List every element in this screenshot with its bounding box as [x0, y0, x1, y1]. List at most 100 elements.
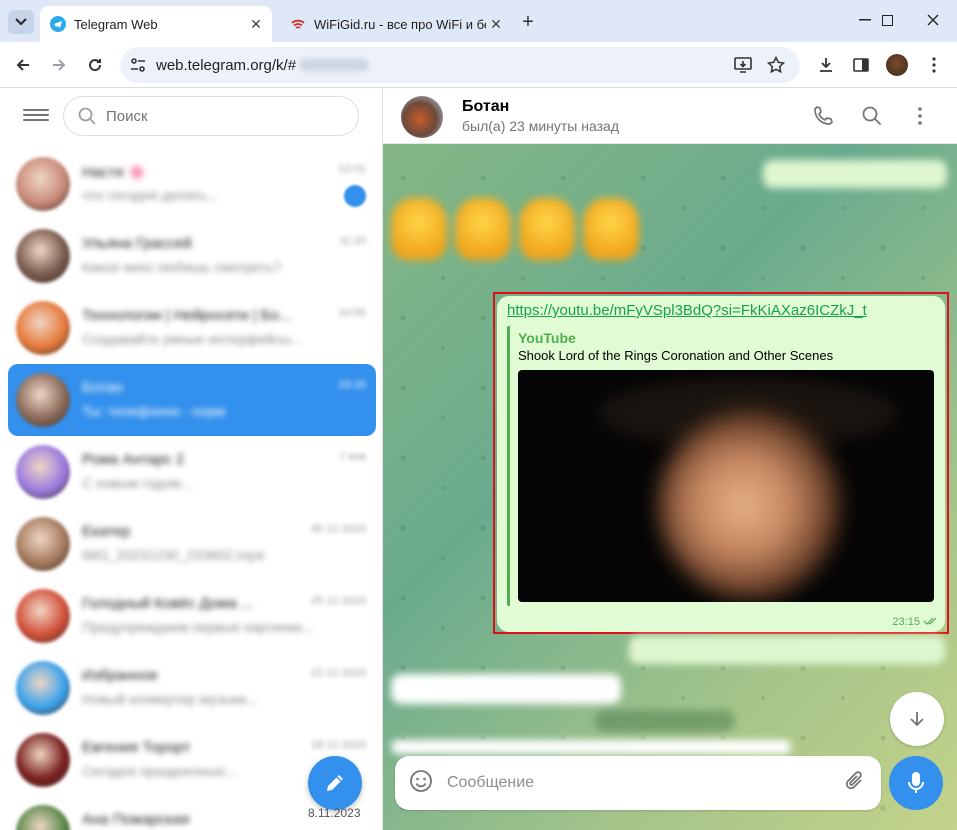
chat-time: 18.12.2023	[310, 739, 366, 751]
message-bubble-blurred	[391, 740, 791, 754]
chat-name: Избранное	[82, 667, 159, 684]
chat-list-item[interactable]: Ульяна Грассей Какое кино любишь смотреть…	[8, 220, 376, 292]
maximize-button[interactable]	[867, 6, 907, 34]
close-window-button[interactable]	[913, 6, 953, 34]
avatar	[16, 301, 70, 355]
avatar	[16, 445, 70, 499]
chat-list-item-body: Ульяна Грассей Какое кино любишь смотреть…	[82, 229, 376, 283]
avatar	[16, 733, 70, 787]
chat-time: 25.12.2023	[310, 595, 366, 607]
microphone-icon	[908, 772, 924, 793]
chat-list: Настя 🌸 что сегодня делать... 12:01 Ульяна …	[8, 148, 376, 830]
reload-button[interactable]	[80, 50, 110, 80]
highlight-frame	[493, 292, 949, 634]
search-input[interactable]: Поиск	[63, 96, 359, 136]
unread-badge	[344, 185, 366, 207]
browser-menu-icon[interactable]	[919, 50, 949, 80]
chat-name: Технологии | Нейросети | Бо...	[82, 307, 292, 324]
avatar	[16, 517, 70, 571]
close-tab-icon[interactable]: ✕	[486, 14, 506, 34]
avatar	[16, 805, 70, 830]
chat-preview: Новый конвертер музыки...	[82, 691, 259, 707]
wifi-icon	[290, 16, 306, 32]
avatar	[16, 229, 70, 283]
tab-wifigid[interactable]: WiFiGid.ru - все про WiFi и бес ✕	[280, 6, 512, 42]
emoji-icon[interactable]	[409, 769, 433, 798]
install-app-icon[interactable]	[728, 50, 758, 80]
chat-list-item[interactable]: Ботан Ты: телефонно - норм 23:15	[8, 364, 376, 436]
tab-search-button[interactable]	[8, 10, 34, 34]
chat-list-item-body: Ботан Ты: телефонно - норм 23:15	[82, 373, 376, 427]
chat-list-item[interactable]: Избранное Новый конвертер музыки... 22.12.…	[8, 652, 376, 724]
chat-time: 12:01	[338, 163, 366, 175]
address-bar[interactable]: web.telegram.org/k/#	[120, 47, 800, 83]
tab-title: WiFiGid.ru - все про WiFi и бес	[314, 16, 486, 32]
voice-record-button[interactable]	[889, 756, 943, 810]
chat-preview: Сегодня праздничные...	[82, 763, 237, 779]
message-bubble-blurred	[763, 160, 947, 188]
arrow-down-icon	[910, 712, 924, 727]
chat-preview: Ты: телефонно - норм	[82, 403, 226, 419]
bookmark-star-icon[interactable]	[761, 50, 791, 80]
downloads-icon[interactable]	[811, 50, 841, 80]
chat-list-item-body: Избранное Новый конвертер музыки... 22.12.…	[82, 661, 376, 715]
thumbs-up-stickers	[391, 198, 651, 268]
chat-list-item[interactable]: Рома Антарс 2 С новым годом... 7 янв	[8, 436, 376, 508]
chat-preview: IMG_20231230_233602.mp4	[82, 547, 265, 563]
tab-telegram[interactable]: Telegram Web ✕	[40, 6, 272, 42]
new-message-button[interactable]	[308, 756, 362, 810]
side-panel-icon[interactable]	[846, 50, 876, 80]
chat-preview: Создавайте умные интерфейсы...	[82, 331, 302, 347]
forward-button[interactable]	[44, 50, 74, 80]
chat-preview: С новым годом...	[82, 475, 193, 491]
scroll-down-button[interactable]	[890, 692, 944, 746]
more-options-icon[interactable]	[906, 102, 934, 130]
new-tab-button[interactable]: +	[516, 10, 540, 34]
close-tab-icon[interactable]: ✕	[246, 14, 266, 34]
attach-icon[interactable]	[845, 770, 865, 797]
profile-avatar[interactable]	[882, 50, 912, 80]
chat-list-item-body: Голодный Ковёс Дома ... Предупреждаем пер…	[82, 589, 376, 643]
chat-list-item[interactable]: Голодный Ковёс Дома ... Предупреждаем пер…	[8, 580, 376, 652]
hamburger-menu-icon[interactable]	[20, 106, 52, 126]
chat-name: Ана Пожарская	[82, 811, 190, 828]
chat-preview: Какое кино любишь смотреть?	[82, 259, 282, 275]
search-icon[interactable]	[858, 102, 886, 130]
chat-list-item[interactable]: Екатер IMG_20231230_233602.mp4 30.12.2023	[8, 508, 376, 580]
url-text: web.telegram.org/k/#	[156, 56, 297, 74]
site-settings-icon[interactable]	[120, 58, 156, 72]
message-bubble-blurred	[629, 636, 945, 664]
message-input[interactable]: Сообщение	[395, 756, 881, 810]
arrow-left-icon	[16, 59, 29, 71]
chat-time: 7 янв	[338, 451, 366, 463]
search-placeholder: Поиск	[106, 107, 148, 125]
conversation-panel: Ботан был(а) 23 минуты назад https://you…	[383, 88, 957, 830]
chat-time: 10:55	[338, 307, 366, 319]
chat-list-item-body: Рома Антарс 2 С новым годом... 7 янв	[82, 445, 376, 499]
avatar	[16, 661, 70, 715]
chat-list-panel: Поиск Настя 🌸 что сегодня делать... 12:01 У…	[0, 88, 383, 830]
chat-name: Настя 🌸	[82, 164, 147, 181]
tab-title: Telegram Web	[74, 16, 158, 32]
chat-preview: что сегодня делать...	[82, 187, 219, 203]
arrow-right-icon	[53, 59, 66, 71]
chat-list-item[interactable]: Настя 🌸 что сегодня делать... 12:01	[8, 148, 376, 220]
chat-list-item-body: Настя 🌸 что сегодня делать... 12:01	[82, 157, 376, 211]
chat-name: Ботан	[82, 379, 124, 396]
chat-name: Голодный Ковёс Дома ...	[82, 595, 254, 612]
chat-list-item[interactable]: Технологии | Нейросети | Бо... Создавайте…	[8, 292, 376, 364]
reload-icon	[89, 59, 102, 72]
back-button[interactable]	[8, 50, 38, 80]
telegram-icon	[50, 16, 66, 32]
chat-list-item-body: Технологии | Нейросети | Бо... Создавайте…	[82, 301, 376, 355]
avatar[interactable]	[401, 96, 443, 138]
call-icon[interactable]	[809, 102, 837, 130]
chat-title: Ботан	[462, 98, 510, 115]
browser-tab-bar: Telegram Web ✕ WiFiGid.ru - все про WiFi…	[0, 0, 957, 42]
browser-toolbar: web.telegram.org/k/#	[0, 42, 957, 88]
chat-time: 23:15	[338, 379, 366, 391]
chat-header[interactable]: Ботан был(а) 23 минуты назад	[383, 88, 957, 144]
search-icon	[78, 107, 96, 125]
message-bubble-blurred	[391, 674, 621, 704]
chat-list-item-body: Екатер IMG_20231230_233602.mp4 30.12.2023	[82, 517, 376, 571]
